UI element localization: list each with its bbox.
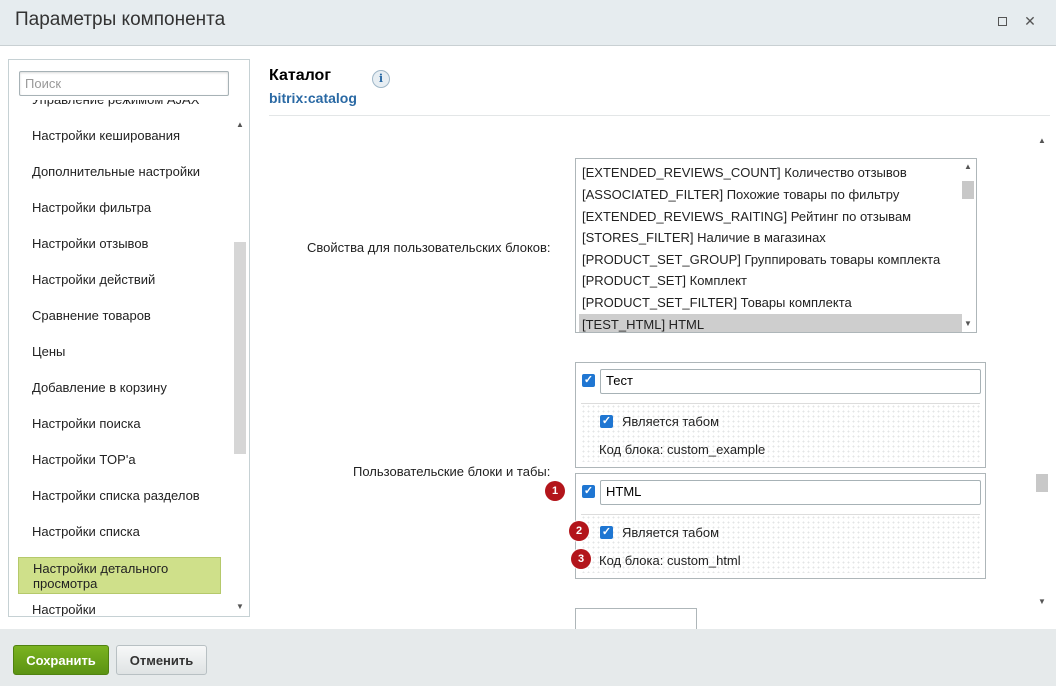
is-tab-checkbox[interactable]: ✓ xyxy=(600,415,613,428)
sidebar-item-top[interactable]: Настройки TOP'а xyxy=(18,445,221,475)
scroll-thumb[interactable] xyxy=(234,242,246,454)
select-option[interactable]: [EXTENDED_REVIEWS_COUNT] Количество отзы… xyxy=(579,162,962,183)
sidebar-item-filter[interactable]: Настройки фильтра xyxy=(18,193,221,223)
sidebar-item-actions[interactable]: Настройки действий xyxy=(18,265,221,295)
select-option[interactable]: [PRODUCT_SET_FILTER] Товары комплекта xyxy=(579,292,962,313)
select-option[interactable]: [PRODUCT_SET_GROUP] Группировать товары … xyxy=(579,249,962,270)
annotation-badge: 3 xyxy=(571,549,591,569)
component-title: Каталог xyxy=(269,67,331,84)
annotation-badge: 1 xyxy=(545,481,565,501)
scroll-thumb[interactable] xyxy=(1036,474,1048,492)
block-enabled-checkbox[interactable]: ✓ xyxy=(582,485,595,498)
sidebar-item-sections[interactable]: Настройки списка разделов xyxy=(18,481,221,511)
block-code: Код блока: custom_html xyxy=(599,553,741,568)
custom-block-test: ✓ Тест ✓ Является табом Код блока: custo… xyxy=(575,362,986,468)
sidebar-item-additional[interactable]: Дополнительные настройки xyxy=(18,157,221,187)
is-tab-checkbox[interactable]: ✓ xyxy=(600,526,613,539)
sidebar-item-cache[interactable]: Настройки кеширования xyxy=(18,121,221,151)
sidebar-item-compare[interactable]: Сравнение товаров xyxy=(18,301,221,331)
main-scrollbar[interactable]: ▲ ▼ xyxy=(1035,136,1049,609)
custom-block-html: ✓ HTML ✓ Является табом Код блока: custo… xyxy=(575,473,986,579)
sidebar-item-basket[interactable]: Добавление в корзину xyxy=(18,373,221,403)
custom-props-select[interactable]: [EXTENDED_REVIEWS_COUNT] Количество отзы… xyxy=(575,158,977,333)
custom-blocks-label: Пользовательские блоки и табы: xyxy=(353,464,551,479)
sidebar-item-prices[interactable]: Цены xyxy=(18,337,221,367)
divider xyxy=(269,115,1050,116)
select-option[interactable]: [EXTENDED_REVIEWS_RAITING] Рейтинг по от… xyxy=(579,206,962,227)
select-option-selected[interactable]: [TEST_HTML] HTML xyxy=(579,314,962,332)
sidebar-nav: Управление режимом AJAX Настройки кеширо… xyxy=(18,100,231,616)
sidebar-item-ajax[interactable]: Управление режимом AJAX xyxy=(18,100,221,115)
sidebar-item-list[interactable]: Настройки списка xyxy=(18,517,221,547)
dialog-content: Управление режимом AJAX Настройки кеширо… xyxy=(0,46,1056,630)
scroll-up-icon[interactable]: ▲ xyxy=(961,162,975,171)
scroll-thumb[interactable] xyxy=(962,181,974,199)
annotation-badge: 2 xyxy=(569,521,589,541)
is-tab-label: Является табом xyxy=(622,525,720,540)
dialog-footer: Сохранить Отменить xyxy=(0,629,1056,686)
scroll-down-icon[interactable]: ▼ xyxy=(233,602,247,611)
block-code: Код блока: custom_example xyxy=(599,442,766,457)
search-input[interactable] xyxy=(19,71,229,96)
sidebar-item-reviews[interactable]: Настройки отзывов xyxy=(18,229,221,259)
block-name-input[interactable]: Тест xyxy=(600,369,981,394)
next-field[interactable] xyxy=(575,608,697,630)
select-option[interactable]: [STORES_FILTER] Наличие в магазинах xyxy=(579,227,962,248)
cancel-button[interactable]: Отменить xyxy=(116,645,207,675)
select-scrollbar[interactable]: ▲ ▼ xyxy=(960,159,976,332)
sidebar-item-search[interactable]: Настройки поиска xyxy=(18,409,221,439)
scroll-down-icon[interactable]: ▼ xyxy=(1035,597,1049,606)
info-icon[interactable]: i xyxy=(372,70,390,88)
scroll-up-icon[interactable]: ▲ xyxy=(1035,136,1049,145)
scroll-down-icon[interactable]: ▼ xyxy=(961,319,975,328)
sidebar-scrollbar[interactable]: ▲ ▼ xyxy=(233,116,247,611)
custom-props-label: Свойства для пользовательских блоков: xyxy=(307,240,551,255)
block-name-input[interactable]: HTML xyxy=(600,480,981,505)
maximize-icon[interactable] xyxy=(994,13,1010,29)
sidebar: Управление режимом AJAX Настройки кеширо… xyxy=(8,59,250,617)
component-code: bitrix:catalog xyxy=(269,90,357,106)
window-title: Параметры компонента xyxy=(15,9,226,30)
scroll-up-icon[interactable]: ▲ xyxy=(233,120,247,129)
close-icon[interactable]: ✕ xyxy=(1022,13,1038,29)
save-button[interactable]: Сохранить xyxy=(13,645,109,675)
is-tab-label: Является табом xyxy=(622,414,720,429)
sidebar-item-more[interactable]: Настройки xyxy=(18,595,221,616)
window-titlebar: Параметры компонента ✕ xyxy=(0,0,1056,46)
select-option[interactable]: [PRODUCT_SET] Комплект xyxy=(579,270,962,291)
sidebar-item-detail[interactable]: Настройки детального просмотра xyxy=(18,557,221,594)
block-enabled-checkbox[interactable]: ✓ xyxy=(582,374,595,387)
select-option[interactable]: [ASSOCIATED_FILTER] Похожие товары по фи… xyxy=(579,184,962,205)
